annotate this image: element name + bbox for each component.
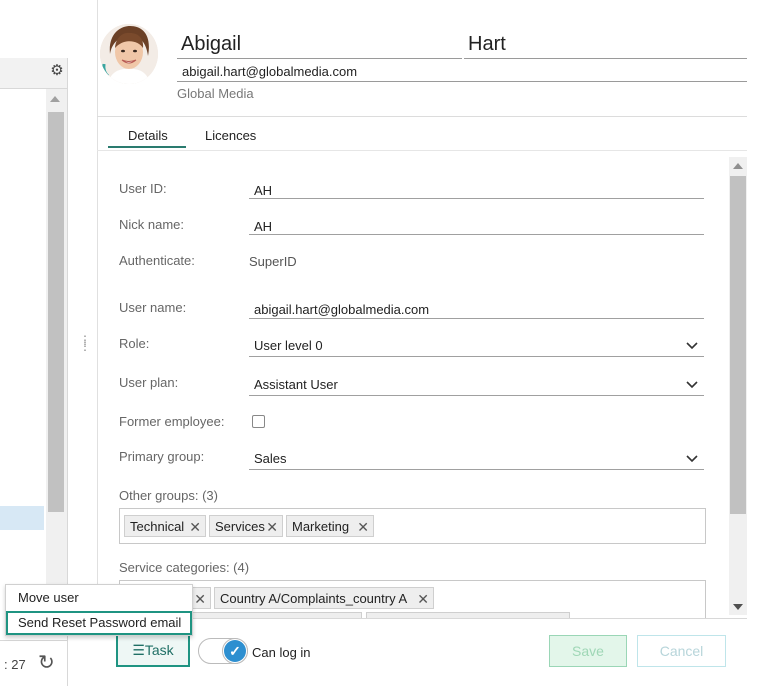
group-tag-label: Technical: [130, 519, 185, 534]
other-groups-input[interactable]: [119, 508, 706, 544]
user-plan-underline: [249, 395, 704, 396]
first-name-field[interactable]: Abigail: [181, 33, 241, 56]
user-name-underline: [249, 318, 704, 319]
scroll-down-arrow-icon[interactable]: [733, 604, 743, 610]
user-plan-label: User plan:: [119, 375, 179, 390]
user-list-scroll-thumb[interactable]: [48, 112, 64, 512]
authenticate-label: Authenticate:: [119, 253, 195, 268]
group-tag: Services ✕: [209, 515, 283, 537]
check-icon: ✓: [224, 640, 246, 662]
tab-licences[interactable]: Licences: [205, 128, 256, 143]
former-employee-checkbox[interactable]: [252, 415, 265, 428]
first-name-underline: [177, 58, 462, 59]
remove-tag-icon[interactable]: ✕: [189, 516, 201, 538]
remove-tag-icon[interactable]: ✕: [266, 516, 278, 538]
group-tag: Marketing ✕: [286, 515, 374, 537]
remove-tag-icon[interactable]: ✕: [417, 588, 429, 610]
tab-details[interactable]: Details: [128, 128, 168, 143]
form-scroll-thumb[interactable]: [730, 176, 746, 514]
scroll-up-arrow-icon[interactable]: [733, 163, 743, 169]
former-employee-label: Former employee:: [119, 414, 225, 429]
last-name-underline: [464, 58, 747, 59]
menu-icon: ☰: [132, 642, 145, 658]
menu-item-move-user[interactable]: Move user: [6, 586, 192, 610]
cancel-button[interactable]: Cancel: [637, 635, 726, 667]
other-groups-label: Other groups: (3): [119, 488, 218, 503]
menu-item-send-reset-password[interactable]: Send Reset Password email: [6, 611, 192, 635]
avatar-portrait: [100, 24, 158, 84]
role-select[interactable]: User level 0: [254, 338, 323, 353]
nick-name-label: Nick name:: [119, 217, 185, 232]
save-button[interactable]: Save: [549, 635, 627, 667]
refresh-icon[interactable]: ↻: [38, 650, 55, 675]
primary-group-underline: [249, 469, 704, 470]
user-id-input[interactable]: AH: [254, 183, 272, 198]
task-button[interactable]: ☰Task: [116, 633, 190, 667]
nick-name-underline: [249, 234, 704, 235]
selected-user-row[interactable]: [0, 506, 44, 530]
remove-tag-icon[interactable]: ✕: [357, 516, 369, 538]
user-plan-select[interactable]: Assistant User: [254, 377, 338, 392]
task-context-menu: Move user Send Reset Password email: [5, 584, 193, 636]
remove-tag-icon[interactable]: ✕: [194, 588, 206, 610]
gear-icon[interactable]: ⚙: [49, 63, 65, 79]
avatar: [100, 24, 158, 84]
service-categories-label: Service categories: (4): [119, 560, 250, 575]
category-tag: Country A/Complaints_country A ✕: [214, 587, 434, 609]
active-tab-indicator: [108, 146, 186, 148]
user-id-label: User ID:: [119, 181, 167, 196]
chevron-down-icon[interactable]: [686, 378, 698, 390]
group-tag: Technical ✕: [124, 515, 206, 537]
group-tag-label: Services: [215, 519, 265, 534]
role-underline: [249, 356, 704, 357]
nick-name-input[interactable]: AH: [254, 219, 272, 234]
resize-handle-icon[interactable]: ⋮ ⋮: [79, 334, 91, 352]
tabs-baseline: [97, 150, 747, 151]
role-label: Role:: [119, 336, 150, 351]
user-name-input[interactable]: abigail.hart@globalmedia.com: [254, 302, 429, 317]
group-tag-label: Marketing: [292, 519, 350, 534]
authenticate-value: SuperID: [249, 254, 297, 269]
scroll-up-arrow-icon[interactable]: [50, 96, 60, 102]
company-name[interactable]: Global Media: [177, 86, 254, 101]
chevron-down-icon[interactable]: [686, 452, 698, 464]
header-divider: [97, 116, 747, 117]
last-name-field[interactable]: Hart: [468, 33, 506, 56]
chevron-down-icon[interactable]: [686, 339, 698, 351]
can-log-in-label: Can log in: [252, 645, 311, 660]
user-count: : 27: [4, 657, 26, 672]
primary-group-select[interactable]: Sales: [254, 451, 287, 466]
email-underline: [177, 81, 747, 82]
task-button-label: Task: [144, 642, 174, 658]
email-field[interactable]: abigail.hart@globalmedia.com: [182, 64, 357, 79]
primary-group-label: Primary group:: [119, 449, 205, 464]
user-id-underline: [249, 198, 704, 199]
user-name-label: User name:: [119, 300, 187, 315]
category-tag-label: Country A/Complaints_country A: [220, 591, 408, 606]
